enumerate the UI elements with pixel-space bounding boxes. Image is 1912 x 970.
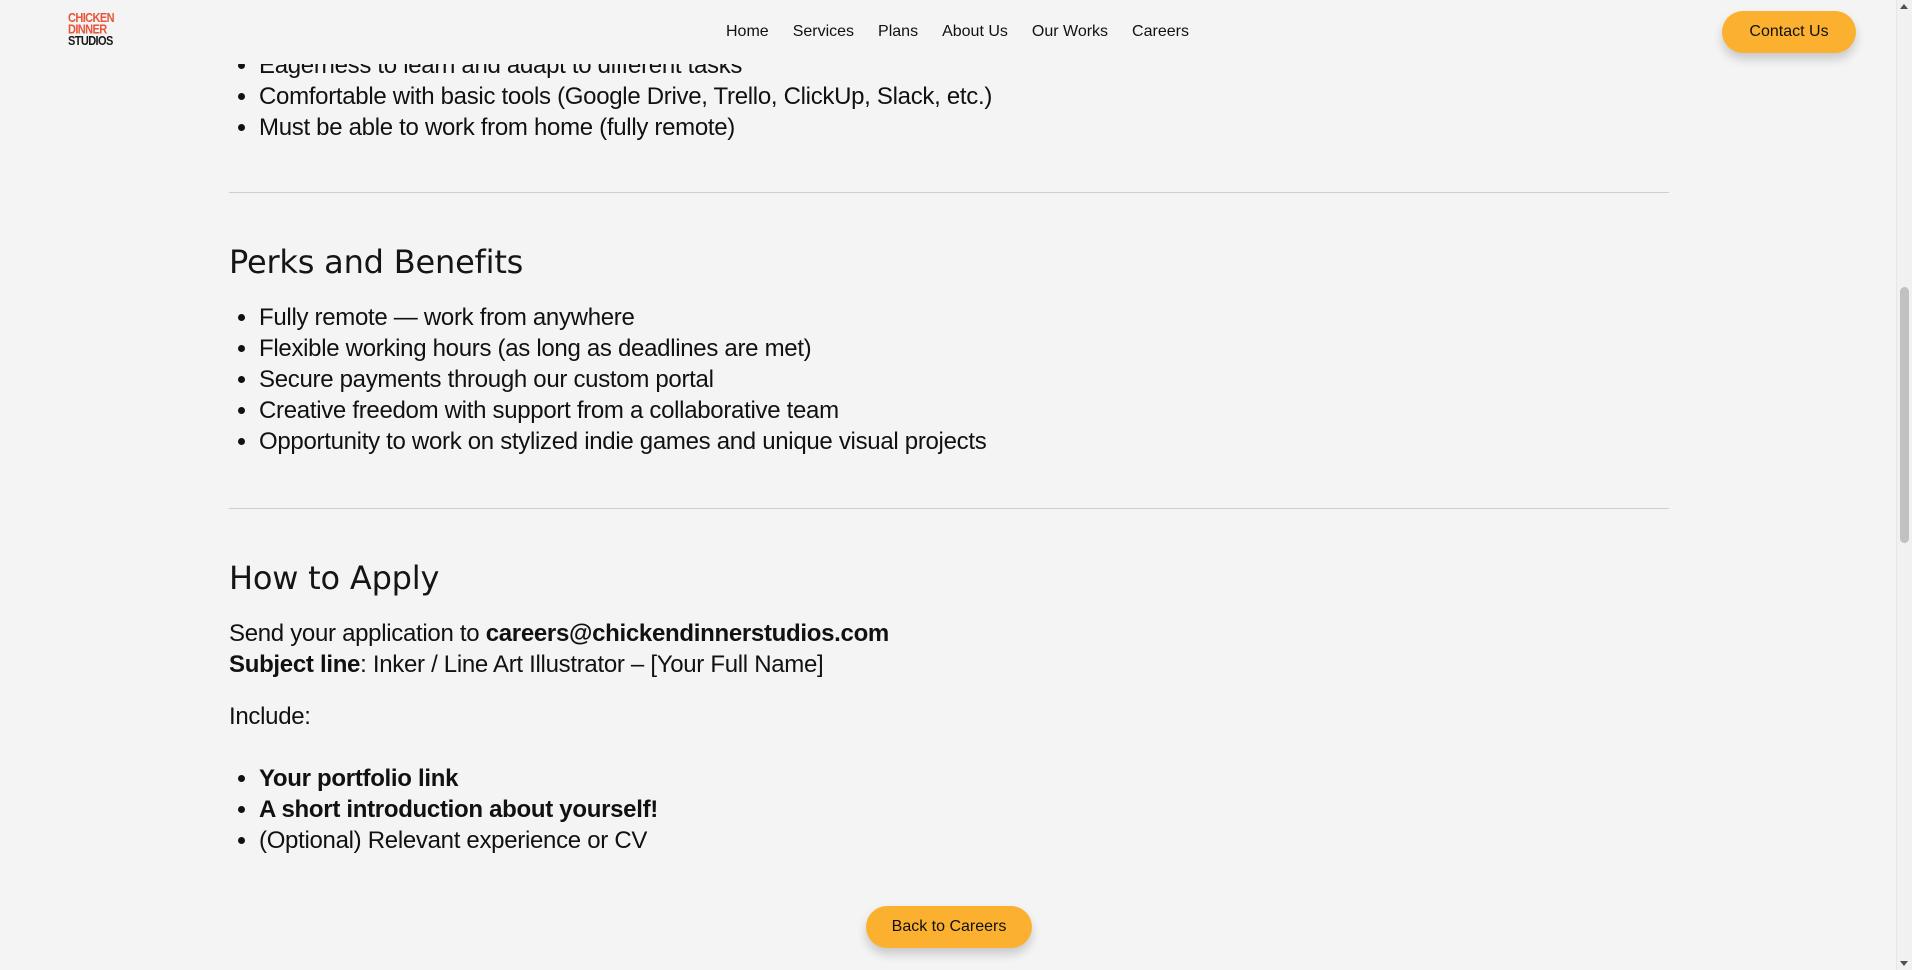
include-label: Include:	[229, 703, 311, 730]
perks-list: Fully remote — work from anywhere Flexib…	[229, 302, 1669, 457]
list-item: Comfortable with basic tools (Google Dri…	[259, 81, 1669, 112]
scroll-up-arrow-icon[interactable]	[1900, 4, 1908, 9]
subject-line: Subject line: Inker / Line Art Illustrat…	[229, 649, 1669, 680]
nav-our-works[interactable]: Our Works	[1032, 22, 1108, 42]
scroll-down-arrow-icon[interactable]	[1900, 961, 1908, 966]
include-list: Your portfolio link A short introduction…	[229, 763, 1669, 856]
send-prefix: Send your application to	[229, 620, 486, 647]
main-nav: Home Services Plans About Us Our Works C…	[726, 22, 1213, 42]
contact-us-button[interactable]: Contact Us	[1722, 11, 1856, 53]
list-item: A short introduction about yourself!	[259, 794, 1669, 825]
vertical-scrollbar[interactable]	[1896, 0, 1912, 970]
nav-plans[interactable]: Plans	[878, 22, 918, 42]
back-to-careers-button[interactable]: Back to Careers	[866, 906, 1032, 948]
perks-title: Perks and Benefits	[229, 243, 524, 281]
nav-careers[interactable]: Careers	[1132, 22, 1189, 42]
list-item: Fully remote — work from anywhere	[259, 302, 1669, 333]
nav-home[interactable]: Home	[726, 22, 769, 42]
list-item: (Optional) Relevant experience or CV	[259, 825, 1669, 856]
list-item: Opportunity to work on stylized indie ga…	[259, 426, 1669, 457]
list-item: Must be able to work from home (fully re…	[259, 112, 1669, 143]
list-item: Flexible working hours (as long as deadl…	[259, 333, 1669, 364]
subject-value: : Inker / Line Art Illustrator – [Your F…	[360, 651, 824, 678]
list-item: Your portfolio link	[259, 763, 1669, 794]
list-item: Creative freedom with support from a col…	[259, 395, 1669, 426]
how-to-apply-title: How to Apply	[229, 559, 440, 597]
list-item: Secure payments through our custom porta…	[259, 364, 1669, 395]
send-application-line: Send your application to careers@chicken…	[229, 618, 1669, 649]
subject-label: Subject line	[229, 651, 361, 678]
studio-logo[interactable]: CHICKEN DINNER STUDIOS	[68, 12, 115, 49]
job-details-content: Eagerness to learn and adapt to differen…	[229, 50, 1669, 856]
nav-about-us[interactable]: About Us	[942, 22, 1008, 42]
page: Eagerness to learn and adapt to differen…	[0, 0, 1912, 970]
scrollbar-thumb[interactable]	[1900, 287, 1909, 543]
site-header: CHICKEN DINNER STUDIOS Home Services Pla…	[0, 0, 1897, 64]
nav-services[interactable]: Services	[793, 22, 854, 42]
careers-email-link[interactable]: careers@chickendinnerstudios.com	[486, 620, 890, 647]
logo-line-3: STUDIOS	[68, 34, 113, 49]
